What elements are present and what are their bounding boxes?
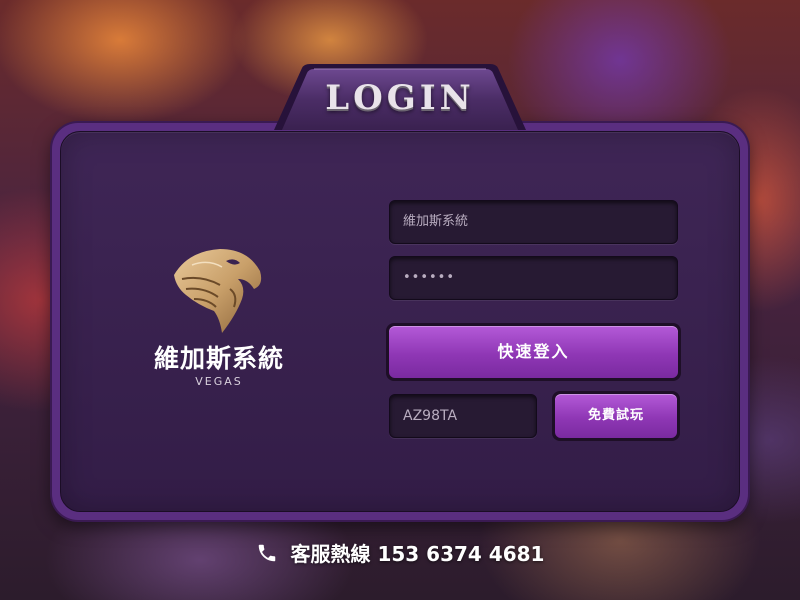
customer-service-hotline: 客服熱線 153 6374 4681	[0, 538, 800, 567]
captcha-input[interactable]: AZ98TA	[389, 394, 537, 438]
account-input[interactable]: 維加斯系統	[389, 200, 678, 244]
login-screen: LOGIN 維加斯系統 VEGAS 維加斯系統 •••••• 快速登入 AZ98…	[0, 0, 800, 600]
eagle-head-icon	[174, 249, 262, 333]
brand-logo: 維加斯系統 VEGAS	[140, 245, 300, 395]
free-trial-button-label: 免費試玩	[555, 394, 677, 438]
quick-login-button-label: 快速登入	[389, 326, 678, 378]
brand-subtitle: VEGAS	[195, 375, 243, 388]
login-header-tab: LOGIN	[272, 64, 528, 130]
login-title: LOGIN	[325, 78, 475, 118]
quick-login-button[interactable]: 快速登入	[386, 323, 681, 381]
hotline-label: 客服熱線	[290, 542, 371, 566]
hotline-number: 153 6374 4681	[377, 542, 545, 566]
brand-name: 維加斯系統	[153, 344, 284, 373]
password-input[interactable]: ••••••	[389, 256, 678, 300]
phone-icon	[258, 544, 275, 562]
free-trial-button[interactable]: 免費試玩	[552, 391, 680, 441]
